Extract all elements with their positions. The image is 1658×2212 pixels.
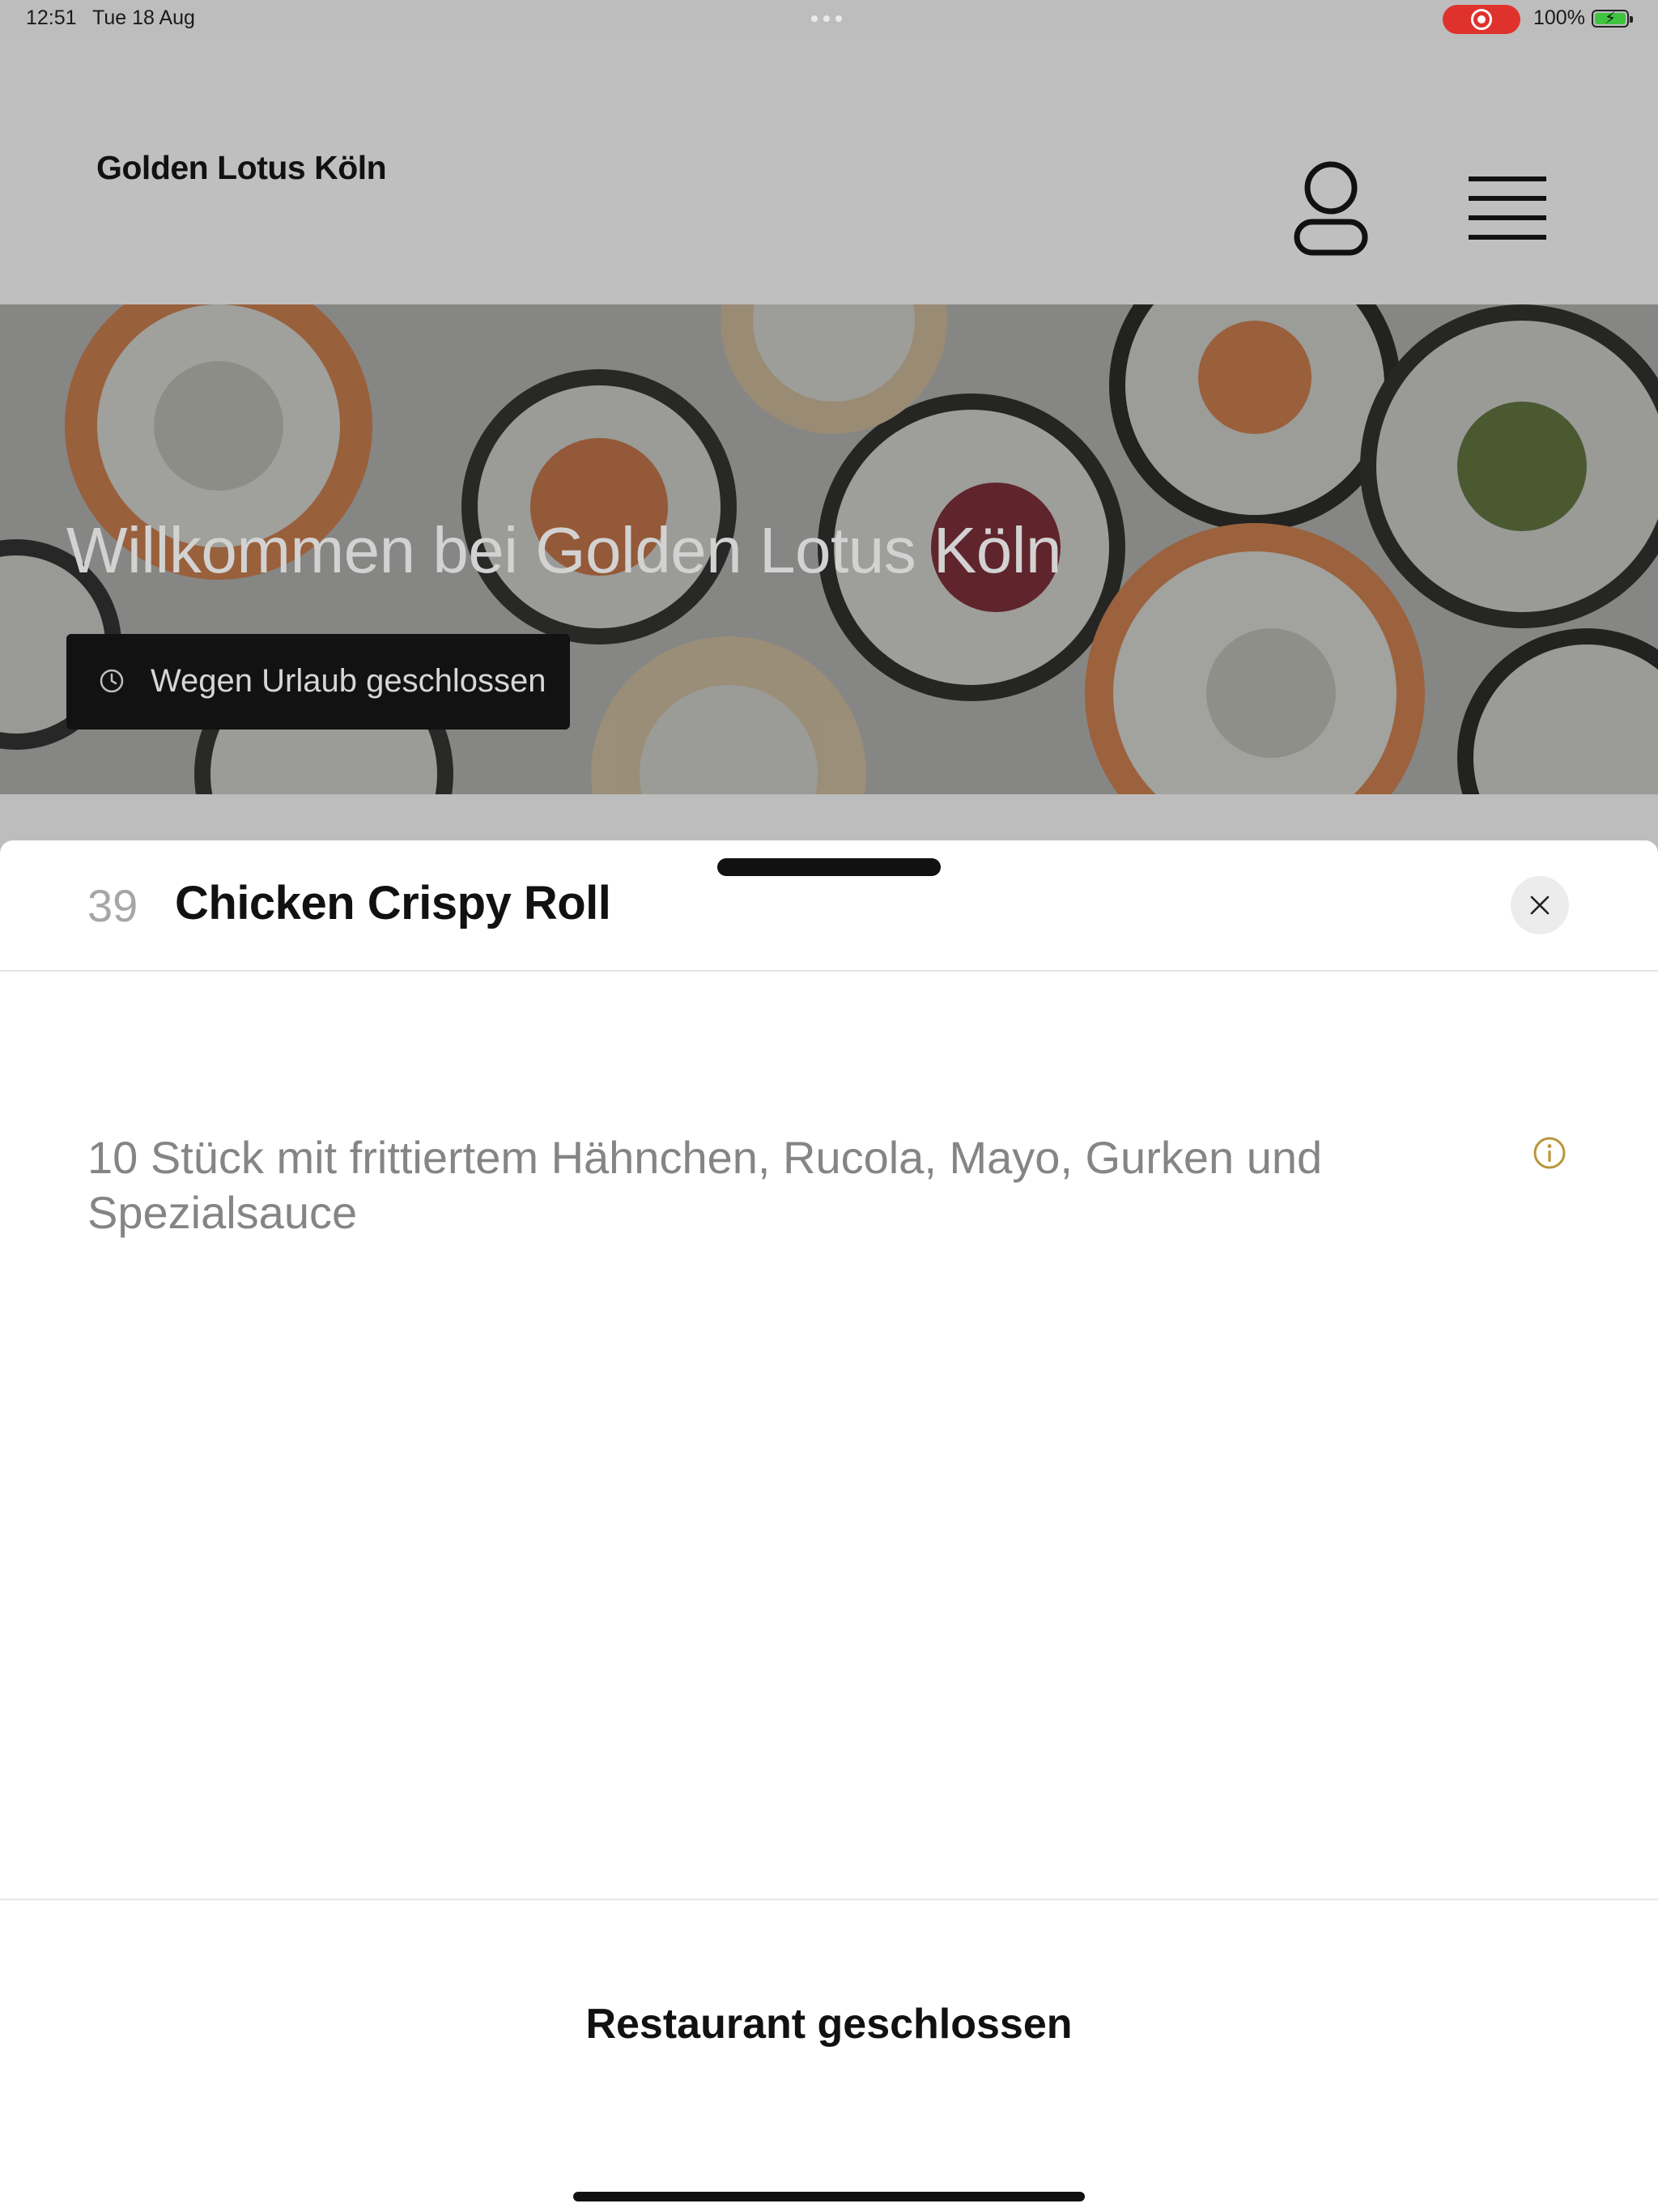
closed-status-label: Wegen Urlaub geschlossen: [151, 663, 546, 699]
info-icon: [1533, 1137, 1566, 1169]
item-description: 10 Stück mit frittiertem Hähnchen, Rucol…: [87, 1132, 1323, 1238]
item-name: Chicken Crispy Roll: [175, 877, 611, 929]
closed-status-badge: Wegen Urlaub geschlossen: [66, 634, 570, 730]
item-detail-sheet: 39 Chicken Crispy Roll 10 Stück mit frit…: [0, 840, 1658, 2212]
charging-bolt-icon: ⚡: [1605, 10, 1617, 28]
clock-icon: [100, 669, 124, 693]
site-header: Golden Lotus Köln: [0, 39, 1658, 304]
status-time: 12:51: [26, 6, 77, 29]
page-backdrop: [0, 794, 1658, 843]
header-divider: [0, 970, 1658, 972]
brand-name[interactable]: Golden Lotus Köln: [96, 149, 387, 187]
restaurant-closed-label: Restaurant geschlossen: [585, 2001, 1073, 2048]
account-button[interactable]: [1289, 160, 1373, 257]
menu-button[interactable]: [1467, 173, 1548, 246]
battery-icon: ⚡: [1592, 10, 1633, 28]
item-number: 39: [87, 880, 138, 931]
screen-recording-indicator[interactable]: [1443, 5, 1520, 34]
hero-banner: Willkommen bei Golden Lotus Köln Wegen U…: [0, 304, 1658, 794]
hamburger-menu-icon: [1469, 177, 1546, 240]
record-icon: [1471, 9, 1492, 30]
multitasking-dots-icon[interactable]: [811, 15, 842, 22]
footer-divider: [0, 1899, 1658, 1900]
user-icon: [1294, 161, 1368, 256]
status-date: Tue 18 Aug: [92, 6, 195, 29]
close-icon: [1530, 895, 1550, 915]
allergen-info-button[interactable]: [1532, 1135, 1567, 1175]
sheet-grabber[interactable]: [717, 858, 941, 876]
hero-title: Willkommen bei Golden Lotus Köln: [66, 514, 1062, 586]
battery-percent: 100%: [1533, 6, 1585, 29]
close-button[interactable]: [1511, 876, 1569, 934]
home-indicator[interactable]: [573, 2192, 1085, 2201]
status-bar: 12:51 Tue 18 Aug 100% ⚡: [0, 0, 1658, 39]
